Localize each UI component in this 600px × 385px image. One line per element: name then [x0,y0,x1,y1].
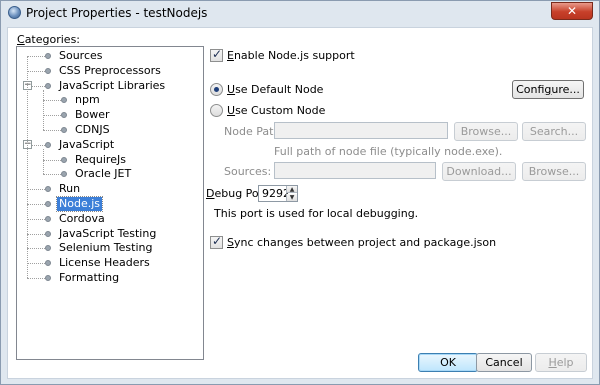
node-bullet-icon [61,156,67,163]
tree-item-label[interactable]: JavaScript Testing [57,227,158,241]
ok-button[interactable]: OK [418,353,478,372]
tree-item-run[interactable]: Run [17,182,203,196]
tree-item-cordova[interactable]: Cordova [17,212,203,226]
tree-item-label[interactable]: Formatting [57,271,121,285]
node-bullet-icon [61,112,67,119]
tree-connector [27,70,45,72]
categories-tree[interactable]: Sources CSS Preprocessors − JavaScript Libr… [16,46,204,360]
node-path-field[interactable] [274,122,448,139]
use-custom-node-label[interactable]: Use Custom Node [227,104,325,117]
tree-connector [27,218,45,220]
tree-item-label[interactable]: JavaScript [57,138,116,152]
tree-connector [43,174,61,176]
use-custom-node-radio[interactable] [210,104,223,117]
tree-item-javascript-libraries[interactable]: − JavaScript Libraries [17,79,203,93]
tree-item-license-headers[interactable]: License Headers [17,256,203,270]
dialog-content: Categories: Sources CSS Preprocessors − Jav… [7,27,593,379]
tree-item-formatting[interactable]: Formatting [17,271,203,285]
spinner-up-icon[interactable]: ▲ [286,186,297,193]
tree-item-sources[interactable]: Sources [17,49,203,63]
node-bullet-icon [45,275,51,281]
debug-port-spinner[interactable]: 9292 ▲ ▼ [258,185,298,202]
use-default-node-label[interactable]: Use Default Node [227,83,323,96]
enable-nodejs-checkbox[interactable]: ✓ [210,47,223,62]
title-bar: Project Properties - testNodejs ✕ [1,1,599,25]
tree-item-label[interactable]: License Headers [57,256,152,270]
configure-button[interactable]: Configure... [512,80,584,99]
tree-item-bower[interactable]: Bower [17,108,203,122]
tree-item-javascript[interactable]: − JavaScript [17,138,203,152]
debug-port-hint: This port is used for local debugging. [214,207,419,220]
tree-item-label[interactable]: Node.js [56,196,103,212]
download-sources-button[interactable]: Download... [442,162,516,181]
tree-root-line [27,56,28,278]
node-bullet-icon [45,230,51,237]
node-bullet-icon [45,215,51,222]
tree-item-label[interactable]: Oracle JET [73,167,133,181]
tree-connector [43,159,61,161]
tree-item-label[interactable]: Run [57,182,82,196]
cancel-button[interactable]: Cancel [476,353,532,372]
netbeans-app-icon [8,6,21,19]
tree-connector [27,233,45,235]
browse-node-path-button[interactable]: Browse... [454,122,518,141]
tree-item-label[interactable]: RequireJs [73,153,128,167]
sources-field[interactable] [274,162,436,179]
sources-label: Sources: [224,165,272,178]
tree-connector [27,56,45,57]
tree-item-label[interactable]: Cordova [57,212,107,226]
tree-connector [43,130,61,131]
node-bullet-icon [45,260,51,267]
node-bullet-icon [45,53,51,59]
tree-item-label[interactable]: Selenium Testing [57,241,154,255]
sync-changes-label[interactable]: Sync changes between project and package… [227,236,496,249]
tree-connector [27,189,45,191]
node-bullet-icon [45,67,51,74]
tree-item-cdnjs[interactable]: CDNJS [17,123,203,137]
help-button[interactable]: Help [535,353,587,372]
node-bullet-icon [45,245,51,252]
node-path-hint: Full path of node file (typically node.e… [274,145,503,158]
node-bullet-icon [61,97,67,104]
window-title: Project Properties - testNodejs [26,6,208,20]
tree-item-label[interactable]: npm [73,93,102,107]
enable-nodejs-label[interactable]: Enable Node.js support [227,49,355,62]
tree-item-npm[interactable]: npm [17,93,203,107]
tree-item-css-preprocessors[interactable]: CSS Preprocessors [17,64,203,78]
tree-connector [27,204,45,205]
node-bullet-icon [45,201,51,207]
node-bullet-icon [45,82,51,89]
tree-item-label[interactable]: CDNJS [73,123,112,137]
tree-connector [27,248,45,250]
tree-item-label[interactable]: CSS Preprocessors [57,64,163,78]
tree-item-oracle-jet[interactable]: Oracle JET [17,167,203,181]
use-default-node-radio[interactable] [210,83,223,96]
tree-item-label[interactable]: Sources [57,49,105,63]
sync-changes-checkbox[interactable]: ✓ [210,234,223,249]
tree-branch-line [43,89,44,130]
categories-label: Categories: [17,33,81,46]
browse-sources-button[interactable]: Browse... [522,162,586,181]
tree-connector [43,115,61,117]
tree-item-node-js[interactable]: Node.js [17,196,203,212]
tree-item-label[interactable]: Bower [73,108,112,122]
tree-item-selenium-testing[interactable]: Selenium Testing [17,241,203,255]
tree-item-javascript-testing[interactable]: JavaScript Testing [17,227,203,241]
tree-connector [43,100,61,102]
node-bullet-icon [61,127,67,133]
tree-item-requirejs[interactable]: RequireJs [17,153,203,167]
spinner-down-icon[interactable]: ▼ [286,194,297,201]
tree-connector [27,263,45,265]
close-button[interactable]: ✕ [551,2,593,20]
node-bullet-icon [61,171,67,178]
search-node-button[interactable]: Search... [522,122,586,141]
tree-connector [27,278,45,279]
tree-branch-line [43,148,44,175]
tree-item-label[interactable]: JavaScript Libraries [57,79,167,93]
node-bullet-icon [45,141,51,148]
project-properties-dialog: Project Properties - testNodejs ✕ Catego… [0,0,600,385]
node-bullet-icon [45,186,51,193]
